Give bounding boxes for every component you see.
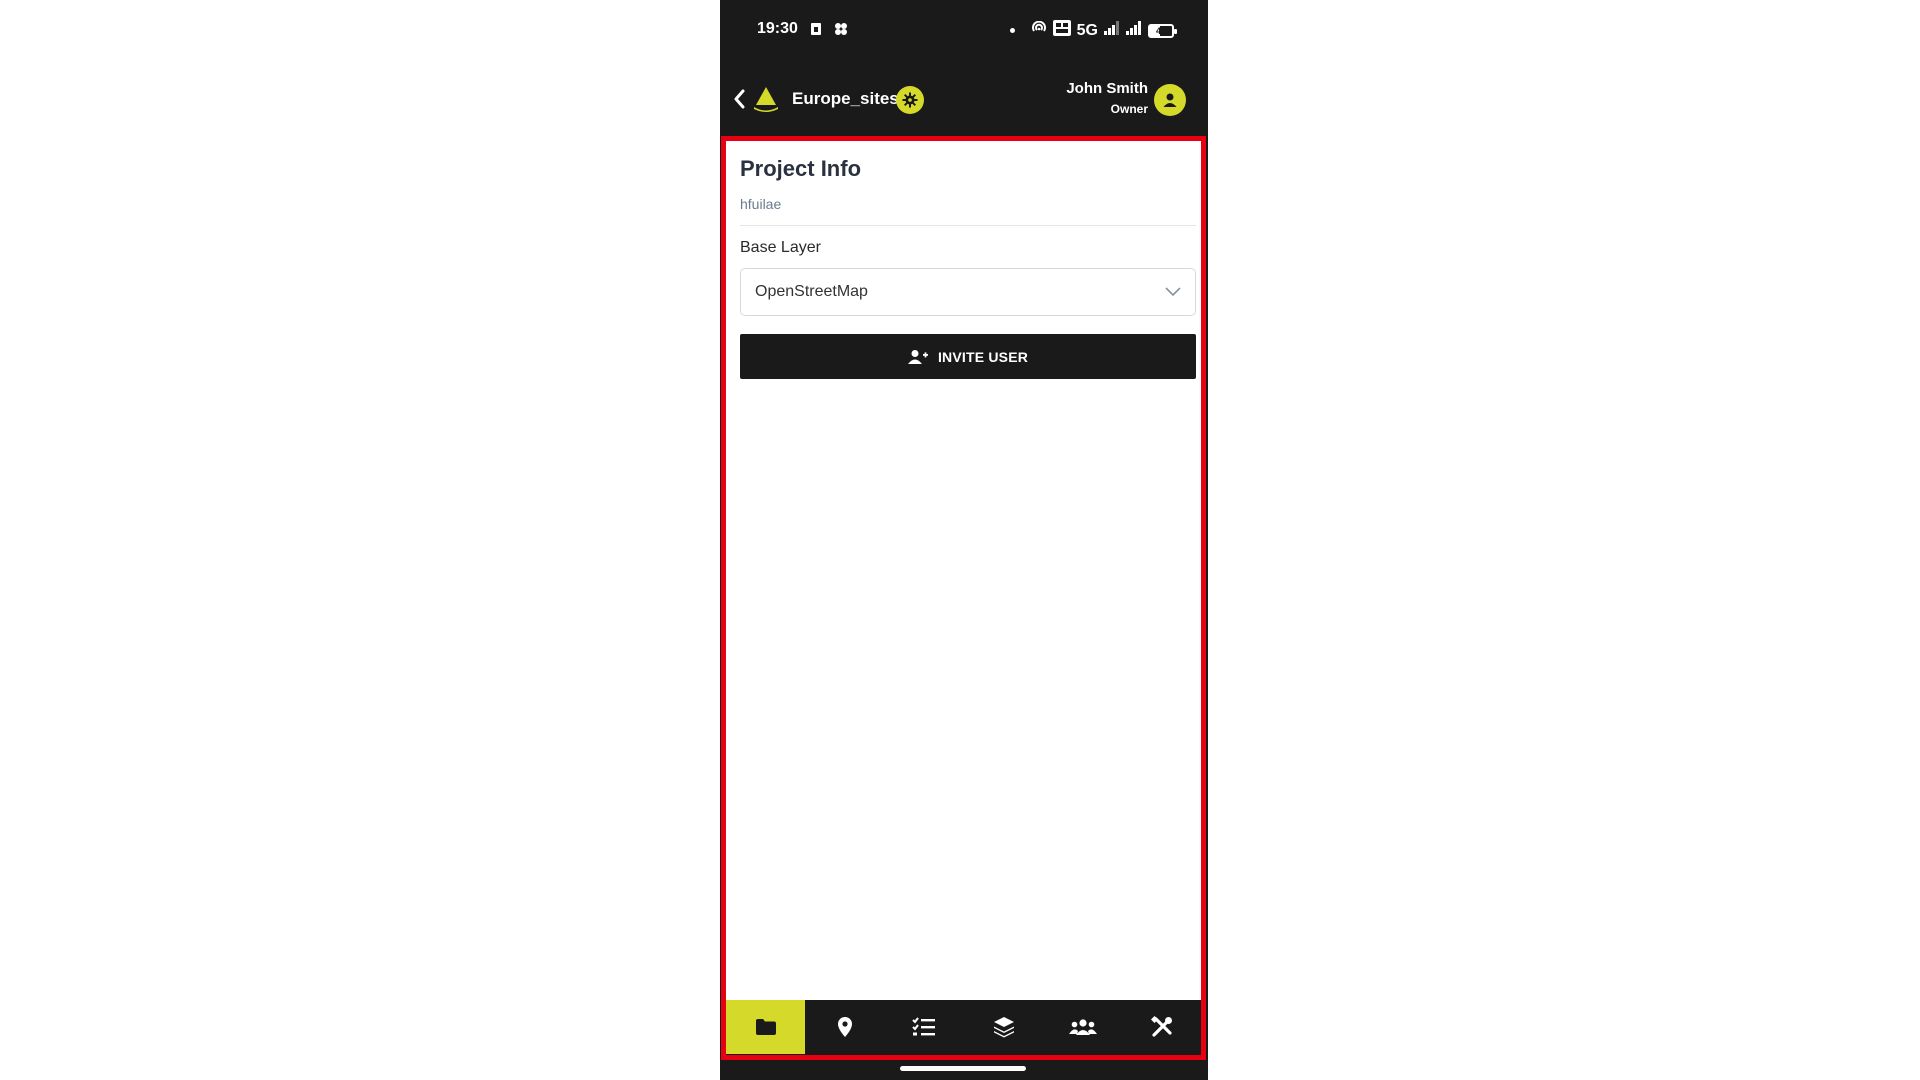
project-info-panel: Project Info hfuilae Base Layer OpenStre… bbox=[726, 138, 1202, 1000]
project-description: hfuilae bbox=[740, 196, 782, 212]
back-button[interactable] bbox=[728, 86, 750, 112]
hotspot-icon bbox=[1031, 20, 1047, 40]
avatar[interactable] bbox=[1154, 84, 1186, 116]
phone-frame: 19:30 5G 47 Europe_sites John Smith Owne… bbox=[720, 0, 1208, 1080]
divider bbox=[740, 225, 1196, 226]
page-title: Project Info bbox=[740, 156, 862, 181]
invite-user-label: INVITE USER bbox=[937, 348, 1029, 365]
user-info: John Smith Owner bbox=[1066, 80, 1148, 116]
nav-item-layers[interactable] bbox=[964, 1000, 1043, 1054]
nav-item-team[interactable] bbox=[1043, 1000, 1122, 1054]
app-header: Europe_sites John Smith Owner bbox=[720, 62, 1208, 136]
base-layer-label: Base Layer bbox=[740, 239, 821, 256]
nav-item-tools[interactable] bbox=[1123, 1000, 1202, 1054]
status-right-icons: 5G 47 bbox=[1009, 20, 1177, 41]
checklist-icon bbox=[912, 1017, 936, 1036]
user-icon bbox=[1163, 93, 1177, 107]
gear-icon bbox=[902, 92, 918, 108]
sim-icon bbox=[810, 22, 822, 41]
project-name: Europe_sites bbox=[792, 89, 899, 108]
chevron-down-icon bbox=[1165, 287, 1181, 297]
base-layer-select[interactable]: OpenStreetMap bbox=[740, 268, 1196, 316]
map-pin-icon bbox=[837, 1017, 852, 1037]
signal-icon bbox=[1104, 21, 1120, 40]
nav-item-project[interactable] bbox=[726, 1000, 806, 1054]
project-settings-button[interactable] bbox=[896, 86, 924, 114]
status-time: 19:30 bbox=[757, 20, 798, 37]
notification-dot bbox=[1009, 28, 1015, 33]
battery-icon: 47 bbox=[1148, 23, 1177, 38]
app-notification-icon bbox=[834, 22, 848, 41]
users-icon bbox=[1068, 1019, 1097, 1035]
nav-item-map[interactable] bbox=[805, 1000, 884, 1054]
nav-item-tasks[interactable] bbox=[885, 1000, 964, 1054]
status-bar: 19:30 5G 47 bbox=[720, 0, 1208, 62]
network-type: 5G bbox=[1076, 21, 1098, 39]
user-role: Owner bbox=[1110, 102, 1148, 116]
folder-icon bbox=[755, 1019, 776, 1035]
layers-icon bbox=[993, 1017, 1014, 1038]
user-name: John Smith bbox=[1066, 80, 1148, 97]
status-left-icons bbox=[810, 22, 848, 41]
home-indicator[interactable] bbox=[900, 1066, 1026, 1071]
bottom-nav bbox=[726, 1000, 1202, 1054]
add-user-icon bbox=[907, 349, 928, 364]
signal-icon-2 bbox=[1126, 21, 1142, 40]
base-layer-selected: OpenStreetMap bbox=[755, 283, 868, 300]
chevron-left-icon bbox=[734, 89, 745, 109]
volte-icon bbox=[1052, 20, 1071, 41]
app-logo-icon bbox=[752, 84, 780, 112]
battery-level: 47 bbox=[1155, 25, 1166, 36]
tools-icon bbox=[1151, 1016, 1173, 1037]
invite-user-button[interactable]: INVITE USER bbox=[740, 334, 1196, 379]
